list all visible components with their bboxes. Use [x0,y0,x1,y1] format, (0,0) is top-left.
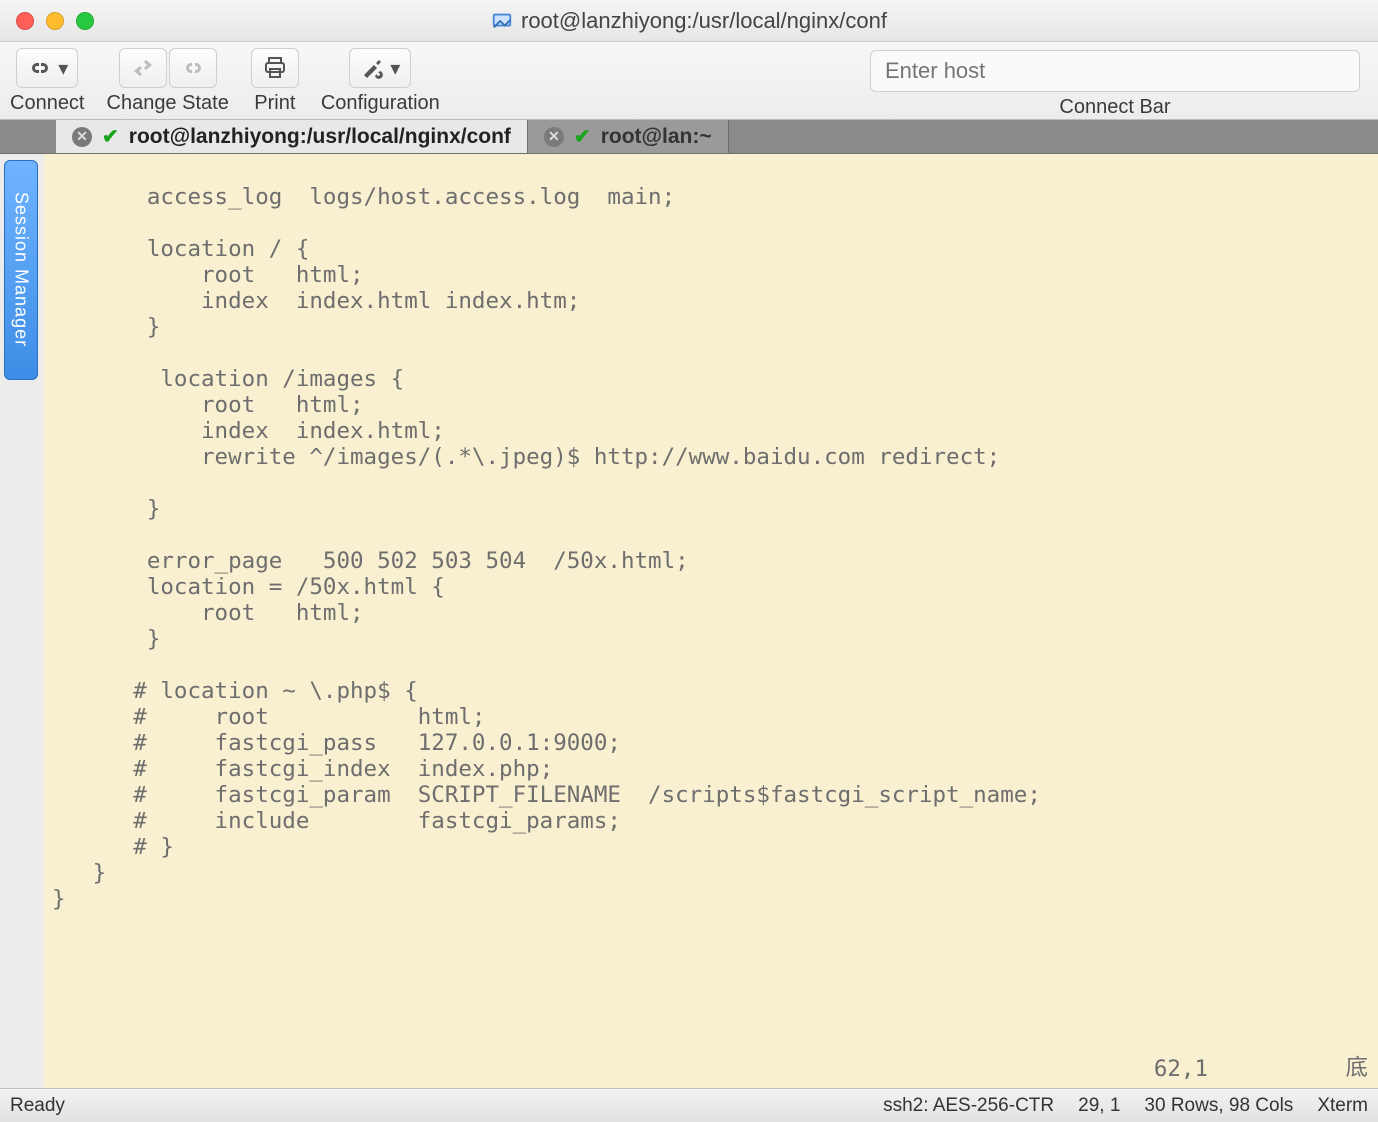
session-manager-tab[interactable]: Session Manager [4,160,38,380]
terminal-view[interactable]: access_log logs/host.access.log main; lo… [44,154,1378,1088]
print-button[interactable] [251,48,299,88]
connect-group: ▾ Connect [10,48,85,115]
configuration-label: Configuration [321,92,440,115]
print-group: Print [251,48,299,115]
close-icon[interactable]: ✕ [72,127,92,147]
chevron-down-icon: ▾ [58,56,68,81]
configuration-button[interactable]: ▾ [349,48,411,88]
status-left: Ready [10,1095,65,1117]
configuration-group: ▾ Configuration [321,48,440,115]
chevron-down-icon: ▾ [390,56,400,81]
check-icon: ✔ [102,124,119,149]
host-input[interactable] [870,50,1360,92]
tools-icon [360,57,384,79]
tab-label: root@lanzhiyong:/usr/local/nginx/conf [129,125,511,149]
session-manager-label: Session Manager [11,192,32,347]
change-state-label: Change State [107,92,229,115]
zoom-window-button[interactable] [76,12,94,30]
link-icon [26,58,52,78]
vim-scroll-indicator: 底 [1345,1050,1368,1082]
window-controls [16,12,94,30]
printer-icon [263,57,287,79]
connect-bar-label: Connect Bar [870,96,1360,119]
window-title: root@lanzhiyong:/usr/local/nginx/conf [521,8,887,34]
reconnect-icon [131,58,155,78]
tab-session-2[interactable]: ✕ ✔ root@lan:~ [528,120,729,153]
status-ssh: ssh2: AES-256-CTR [883,1095,1054,1117]
window-title-wrap: root@lanzhiyong:/usr/local/nginx/conf [0,8,1378,34]
tab-session-1[interactable]: ✕ ✔ root@lanzhiyong:/usr/local/nginx/con… [56,120,528,153]
titlebar: root@lanzhiyong:/usr/local/nginx/conf [0,0,1378,42]
broken-link-icon [181,58,205,78]
change-state-group: Change State [107,48,229,115]
status-cursor: 29, 1 [1078,1095,1120,1117]
close-window-button[interactable] [16,12,34,30]
app-icon [491,10,513,32]
check-icon: ✔ [574,124,591,149]
status-termtype: Xterm [1317,1095,1368,1117]
status-right: ssh2: AES-256-CTR 29, 1 30 Rows, 98 Cols… [883,1095,1368,1117]
toolbar: ▾ Connect Change State [0,42,1378,120]
session-tabs: ✕ ✔ root@lanzhiyong:/usr/local/nginx/con… [0,120,1378,154]
reconnect-button[interactable] [119,48,167,88]
terminal-content: access_log logs/host.access.log main; lo… [44,154,1378,912]
minimize-window-button[interactable] [46,12,64,30]
tab-label: root@lan:~ [601,125,712,149]
connect-label: Connect [10,92,85,115]
disconnect-button[interactable] [169,48,217,88]
close-icon[interactable]: ✕ [544,127,564,147]
status-size: 30 Rows, 98 Cols [1144,1095,1293,1117]
status-bar: Ready ssh2: AES-256-CTR 29, 1 30 Rows, 9… [0,1088,1378,1122]
vim-cursor-position: 62,1 [1154,1056,1208,1082]
print-label: Print [254,92,295,115]
connect-button[interactable]: ▾ [16,48,78,88]
